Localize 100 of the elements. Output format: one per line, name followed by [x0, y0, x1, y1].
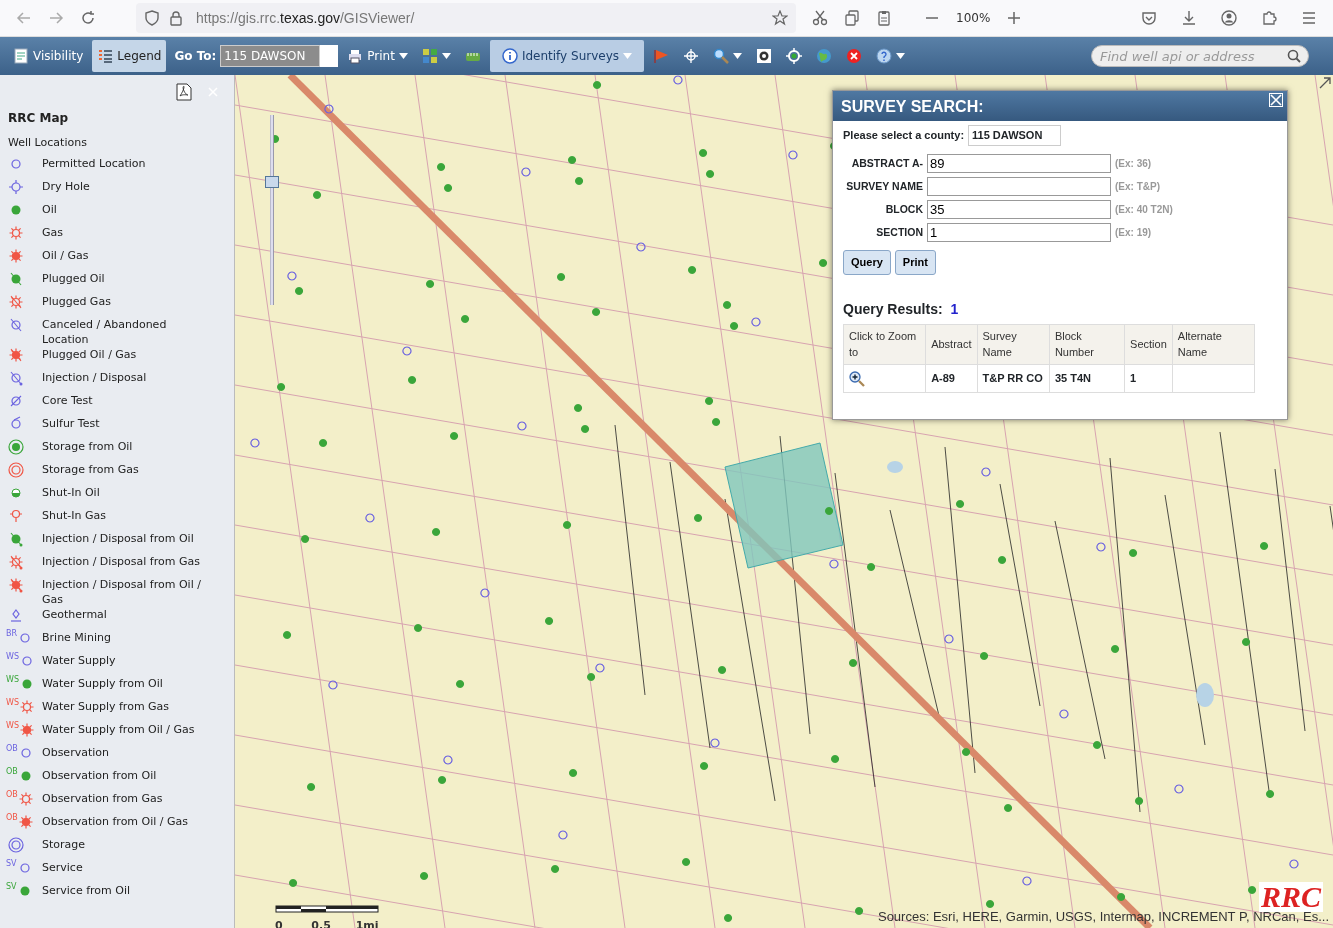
legend-label: Injection / Disposal from Oil / Gas: [41, 576, 202, 607]
close-icon: [1270, 94, 1282, 106]
field-label: SURVEY NAME: [845, 178, 923, 194]
logo: RRC: [1258, 882, 1323, 912]
search-field[interactable]: Find well api or address: [1091, 45, 1309, 67]
crosshair-icon: [683, 48, 699, 64]
caret-icon: [398, 53, 408, 59]
plus-icon[interactable]: [1006, 10, 1023, 26]
field-hint: (Ex: 40 T2N): [1115, 203, 1173, 217]
scale-label: 1mi: [355, 917, 380, 928]
goto-dropdown[interactable]: [320, 45, 339, 67]
column-header: Click to Zoom to: [843, 324, 926, 364]
text-field[interactable]: 35: [927, 200, 1111, 219]
well-symbol-icon: [8, 293, 24, 310]
close-icon: [846, 48, 862, 64]
well-symbol-icon: [8, 553, 24, 570]
symbol-tag: WS: [6, 698, 19, 707]
legend-label: Brine Mining: [41, 629, 112, 645]
well-symbol-icon: [8, 270, 24, 287]
field-label: SECTION: [875, 224, 923, 240]
account-icon[interactable]: [1221, 10, 1237, 26]
close-button[interactable]: [1269, 93, 1283, 107]
column-header: Block Number: [1049, 324, 1125, 364]
reload-icon[interactable]: [80, 10, 96, 26]
field-label: BLOCK: [884, 201, 923, 217]
legend-label: Storage from Gas: [41, 461, 140, 477]
text-field[interactable]: 1: [927, 223, 1111, 242]
well-symbol-icon: [8, 507, 24, 524]
legend-label: Plugged Oil: [41, 270, 106, 286]
shield-icon: [144, 10, 160, 26]
toolbar-button[interactable]: Print: [342, 40, 413, 72]
well-symbol-icon: [8, 836, 24, 853]
zoom-in-icon[interactable]: [849, 370, 865, 387]
symbol-tag: OB: [6, 813, 18, 822]
field-hint: (Ex: T&P): [1115, 180, 1160, 194]
well-symbol-icon: [8, 346, 24, 363]
grid-icon: [421, 48, 438, 64]
symbol-tag: OB: [6, 767, 18, 776]
dialog-title: SURVEY SEARCH:: [833, 91, 1287, 121]
well-symbol-icon: [8, 369, 24, 386]
legend-label: Service: [41, 859, 84, 875]
legend-label: Core Test: [41, 392, 94, 408]
results-label: Query Results:: [843, 299, 943, 319]
clipboard-icon[interactable]: [876, 10, 892, 26]
toolbar-tab[interactable]: Legend: [92, 40, 167, 72]
legend-label: Injection / Disposal: [41, 369, 148, 385]
county-select[interactable]: 115 DAWSON: [968, 125, 1062, 146]
text-field[interactable]: 89: [927, 154, 1111, 173]
legend-label: Permitted Location: [41, 155, 147, 171]
caret-icon: [896, 53, 905, 59]
field-hint: (Ex: 36): [1115, 157, 1152, 171]
star-icon[interactable]: [772, 10, 788, 26]
legend-label: Geothermal: [41, 606, 108, 622]
county-label: Please select a county:: [843, 128, 965, 144]
search-icon[interactable]: [1287, 49, 1301, 63]
symbol-tag: WS: [6, 652, 19, 661]
legend-label: Gas: [41, 224, 64, 240]
caret-icon: [733, 53, 742, 59]
well-symbol-icon: [17, 813, 34, 830]
legend-group-label: Well Locations: [7, 135, 88, 151]
well-symbol-icon: [8, 247, 24, 264]
legend-label: Water Supply from Oil / Gas: [41, 721, 196, 737]
expand-icon[interactable]: [1319, 77, 1331, 89]
toolbar-button[interactable]: Identify Surveys: [489, 40, 644, 72]
legend-label: Water Supply from Gas: [41, 698, 171, 714]
copy-icon[interactable]: [844, 10, 860, 26]
zoom-slider-thumb[interactable]: [265, 175, 279, 188]
symbol-tag: OB: [6, 790, 18, 799]
symbol-tag: WS: [6, 675, 19, 684]
pocket-icon[interactable]: [1141, 10, 1157, 26]
puzzle-icon[interactable]: [1261, 10, 1277, 26]
scale-label: 0.5: [311, 917, 332, 928]
symbol-tag: OB: [6, 744, 18, 753]
flag-icon: [653, 48, 669, 64]
legend-title: RRC Map: [7, 110, 70, 127]
symbol-tag: WS: [6, 721, 19, 730]
info-icon: [501, 48, 518, 64]
symbol-tag: SV: [6, 859, 17, 868]
field-hint: (Ex: 19): [1115, 226, 1152, 240]
lock-icon: [168, 10, 184, 26]
legend-label: Service from Oil: [41, 882, 132, 898]
menu-icon[interactable]: [1301, 10, 1317, 26]
well-symbol-icon: [8, 316, 24, 333]
download-icon[interactable]: [1181, 10, 1197, 26]
legend-label: Plugged Oil / Gas: [41, 346, 138, 362]
symbol-tag: SV: [6, 882, 17, 891]
well-symbol-icon: [8, 415, 24, 432]
legend-label: Water Supply from Oil: [41, 675, 164, 691]
well-symbol-icon: [8, 224, 24, 241]
text-field[interactable]: [927, 177, 1111, 196]
scissors-icon[interactable]: [812, 10, 828, 26]
toolbar-tab[interactable]: Visibility: [8, 40, 89, 72]
dialog-button[interactable]: Print: [894, 250, 936, 275]
magnifier-icon: [713, 48, 729, 64]
dialog-button[interactable]: Query: [843, 250, 891, 275]
legend-label: Observation from Gas: [41, 790, 164, 806]
column-header: Section: [1124, 324, 1173, 364]
document-icon: [13, 48, 29, 64]
pdf-icon[interactable]: [176, 83, 192, 101]
legend-label: Water Supply: [41, 652, 117, 668]
